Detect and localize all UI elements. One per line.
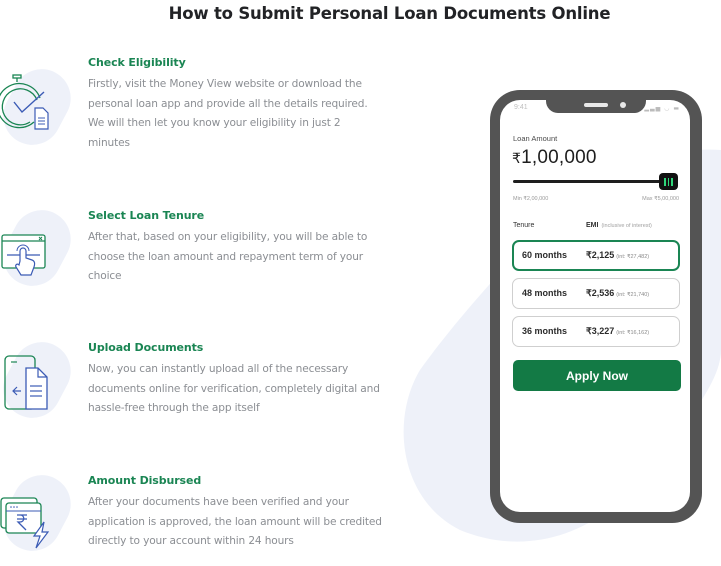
loan-amount-label: Loan Amount — [513, 134, 558, 143]
grip-line — [667, 177, 670, 186]
tenure-emi: ₹2,536 (int: ₹21,740) — [586, 288, 649, 299]
grip-line — [671, 177, 673, 186]
camera — [620, 102, 626, 108]
loan-amount-number: 1,00,000 — [521, 147, 597, 168]
loan-amount-slider-thumb[interactable] — [659, 173, 678, 190]
tenure-option-60[interactable]: 60 months ₹2,125 (int: ₹27,482) — [512, 240, 680, 271]
status-icons: ▂▃▅ ◡ ▬ — [644, 105, 680, 112]
step-title: Select Loan Tenure — [88, 209, 205, 222]
signal-icon: ▂▃▅ — [644, 105, 662, 112]
browser-touch-icon — [1, 234, 46, 276]
step-description: Firstly, visit the Money View website or… — [88, 78, 368, 149]
step-title: Check Eligibility — [88, 56, 186, 69]
speaker — [584, 103, 608, 107]
tenure-option-48[interactable]: 48 months ₹2,536 (int: ₹21,740) — [512, 278, 680, 309]
emi-header-note: (inclusive of interest) — [601, 223, 652, 229]
loan-amount-value: ₹1,00,000 — [512, 147, 597, 169]
interest-amount: (int: ₹21,740) — [616, 292, 650, 298]
stopwatch-document-icon — [0, 74, 49, 130]
step-title: Amount Disbursed — [88, 474, 202, 487]
step-title: Upload Documents — [88, 341, 204, 354]
slider-max-label: Max ₹5,00,000 — [642, 196, 679, 202]
interest-amount: (int: ₹27,482) — [616, 254, 650, 260]
interest-amount: (int: ₹16,162) — [616, 330, 650, 336]
slider-min-label: Min ₹2,00,000 — [513, 196, 549, 202]
tenure-months: 48 months — [522, 288, 568, 298]
emi-amount: ₹2,125 — [586, 250, 615, 260]
emi-amount: ₹3,227 — [586, 326, 615, 336]
step-description: After your documents have been verified … — [88, 496, 382, 548]
grip-line — [664, 177, 666, 186]
tenure-option-36[interactable]: 36 months ₹3,227 (int: ₹16,162) — [512, 316, 680, 347]
tenure-column-header: Tenure — [513, 222, 535, 229]
emi-amount: ₹2,536 — [586, 288, 615, 298]
page-title: How to Submit Personal Loan Documents On… — [168, 4, 611, 23]
battery-icon: ▬ — [673, 105, 680, 112]
rupee-symbol: ₹ — [512, 150, 522, 166]
apply-now-button[interactable]: Apply Now — [513, 360, 681, 391]
wifi-icon: ◡ — [664, 105, 671, 112]
phone-notch — [546, 100, 646, 113]
rupee-lightning-icon — [0, 497, 50, 549]
tenure-months: 36 months — [522, 326, 568, 336]
step-description: After that, based on your eligibility, y… — [88, 231, 368, 283]
loan-amount-slider-track[interactable] — [513, 180, 663, 183]
emi-column-header: EMI (inclusive of interest) — [586, 222, 652, 229]
tenure-months: 60 months — [522, 250, 568, 260]
emi-header-label: EMI — [586, 222, 599, 229]
step-description: Now, you can instantly upload all of the… — [88, 363, 380, 415]
status-time: 9:41 — [514, 104, 528, 111]
tenure-emi: ₹2,125 (int: ₹27,482) — [586, 250, 649, 261]
phone-screen: 9:41 ▂▃▅ ◡ ▬ Loan Amount ₹1,00,000 Min ₹… — [500, 100, 690, 512]
phone-mockup: 9:41 ▂▃▅ ◡ ▬ Loan Amount ₹1,00,000 Min ₹… — [490, 90, 702, 523]
phone-upload-document-icon — [4, 355, 48, 410]
tenure-emi: ₹3,227 (int: ₹16,162) — [586, 326, 649, 337]
